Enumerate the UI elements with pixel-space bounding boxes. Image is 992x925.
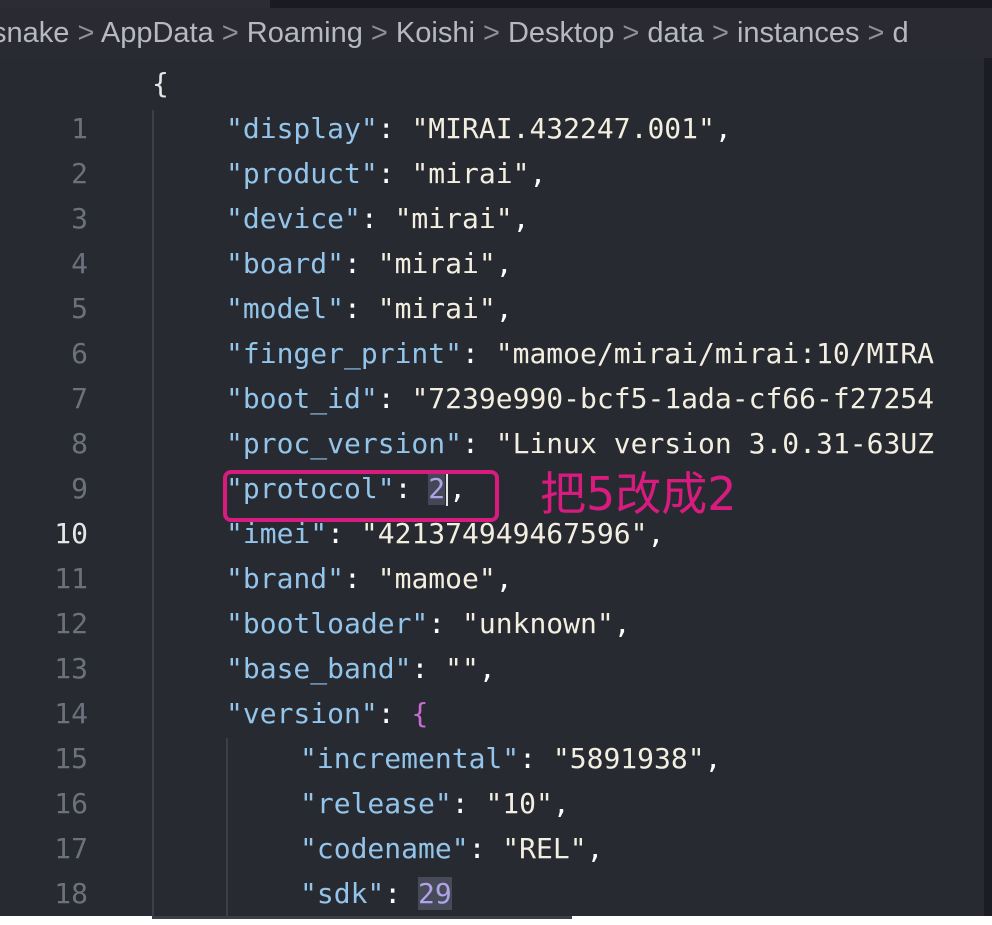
- json-key: "device": [226, 202, 361, 235]
- json-key: "release": [300, 787, 452, 820]
- horizontal-scrollbar[interactable]: [152, 916, 572, 919]
- code-line-14[interactable]: 14 "base_band": "",: [0, 646, 984, 730]
- json-value: "MIRAI.432247.001": [411, 112, 715, 145]
- json-key: "brand": [226, 562, 345, 595]
- breadcrumb-item[interactable]: snake: [0, 17, 69, 49]
- json-value: "10": [485, 787, 553, 820]
- breadcrumb-separator: >: [711, 17, 737, 49]
- code-line-19[interactable]: 19 "sdk": 29: [0, 871, 984, 916]
- code-line-18[interactable]: 18 "codename": "REL",: [0, 826, 984, 910]
- code-line-16[interactable]: 16 "incremental": "5891938",: [0, 736, 984, 820]
- json-key: "display": [226, 112, 378, 145]
- code-line-1[interactable]: 1 {: [0, 61, 984, 145]
- json-key: "finger_print": [226, 337, 463, 370]
- breadcrumb-separator: >: [867, 17, 893, 49]
- code-line-15[interactable]: 15 "version": {: [0, 691, 984, 775]
- code-text: {: [152, 67, 169, 100]
- json-value: 29: [418, 877, 452, 910]
- breadcrumb-separator: >: [221, 17, 247, 49]
- json-key: "model": [226, 292, 345, 325]
- json-value: "mirai": [377, 292, 496, 325]
- breadcrumb-item[interactable]: d: [893, 17, 909, 49]
- code-line-6[interactable]: 6 "model": "mirai",: [0, 286, 984, 370]
- json-key: "boot_id": [226, 382, 378, 415]
- json-value: "unknown": [462, 607, 614, 640]
- annotation-highlight-box: [223, 470, 499, 522]
- code-line-9[interactable]: 9 "proc_version": "Linux version 3.0.31-…: [0, 421, 984, 505]
- breadcrumb-item[interactable]: AppData: [101, 17, 214, 49]
- json-value: "mamoe/mirai/mirai:10/MIRA: [495, 337, 935, 370]
- code-line-12[interactable]: 12 "brand": "mamoe",: [0, 556, 984, 640]
- json-value: "5891938": [552, 742, 705, 775]
- code-line-8[interactable]: 8 "boot_id": "7239e990-bcf5-1ada-cf66-f2…: [0, 376, 984, 460]
- breadcrumb-item[interactable]: data: [647, 17, 703, 49]
- breadcrumb-item[interactable]: Koishi: [396, 17, 475, 49]
- breadcrumb-separator: >: [77, 17, 101, 49]
- code-line-13[interactable]: 13 "bootloader": "unknown",: [0, 601, 984, 685]
- breadcrumb-item[interactable]: Desktop: [508, 17, 614, 49]
- json-key: "version": [226, 697, 378, 730]
- code-line-3[interactable]: 3 "product": "mirai",: [0, 151, 984, 235]
- json-value: "7239e990-bcf5-1ada-cf66-f27254: [411, 382, 935, 415]
- json-key: "sdk": [300, 877, 385, 910]
- json-key: "bootloader": [226, 607, 429, 640]
- json-key: "product": [226, 157, 378, 190]
- json-value: "Linux version 3.0.31-63UZ: [495, 427, 935, 460]
- editor-tab[interactable]: [0, 0, 270, 8]
- breadcrumb-separator: >: [482, 17, 508, 49]
- json-value: "mirai": [377, 247, 496, 280]
- json-key: "board": [226, 247, 345, 280]
- window-top-strip: [0, 0, 992, 8]
- vertical-scrollbar[interactable]: [984, 58, 992, 916]
- json-key: "base_band": [226, 652, 412, 685]
- json-value: "mirai": [411, 157, 530, 190]
- json-key: "proc_version": [226, 427, 463, 460]
- code-line-5[interactable]: 5 "board": "mirai",: [0, 241, 984, 325]
- json-value: "mirai": [394, 202, 513, 235]
- bottom-edge: [0, 916, 992, 925]
- breadcrumb: snake > AppData > Roaming > Koishi > Des…: [0, 8, 992, 58]
- breadcrumb-item[interactable]: instances: [737, 17, 860, 49]
- breadcrumb-separator: >: [370, 17, 396, 49]
- json-value: "mamoe": [377, 562, 496, 595]
- code-line-17[interactable]: 17 "release": "10",: [0, 781, 984, 865]
- code-line-7[interactable]: 7 "finger_print": "mamoe/mirai/mirai:10/…: [0, 331, 984, 415]
- json-value: {: [411, 697, 429, 730]
- breadcrumb-separator: >: [622, 17, 648, 49]
- json-value: "": [445, 652, 479, 685]
- code-line-2[interactable]: 2 "display": "MIRAI.432247.001",: [0, 106, 984, 190]
- code-line-4[interactable]: 4 "device": "mirai",: [0, 196, 984, 280]
- annotation-text: 把5改成2: [540, 467, 737, 521]
- json-value: "REL": [502, 832, 587, 865]
- json-key: "codename": [300, 832, 469, 865]
- breadcrumb-item[interactable]: Roaming: [247, 17, 363, 49]
- json-key: "incremental": [300, 742, 520, 775]
